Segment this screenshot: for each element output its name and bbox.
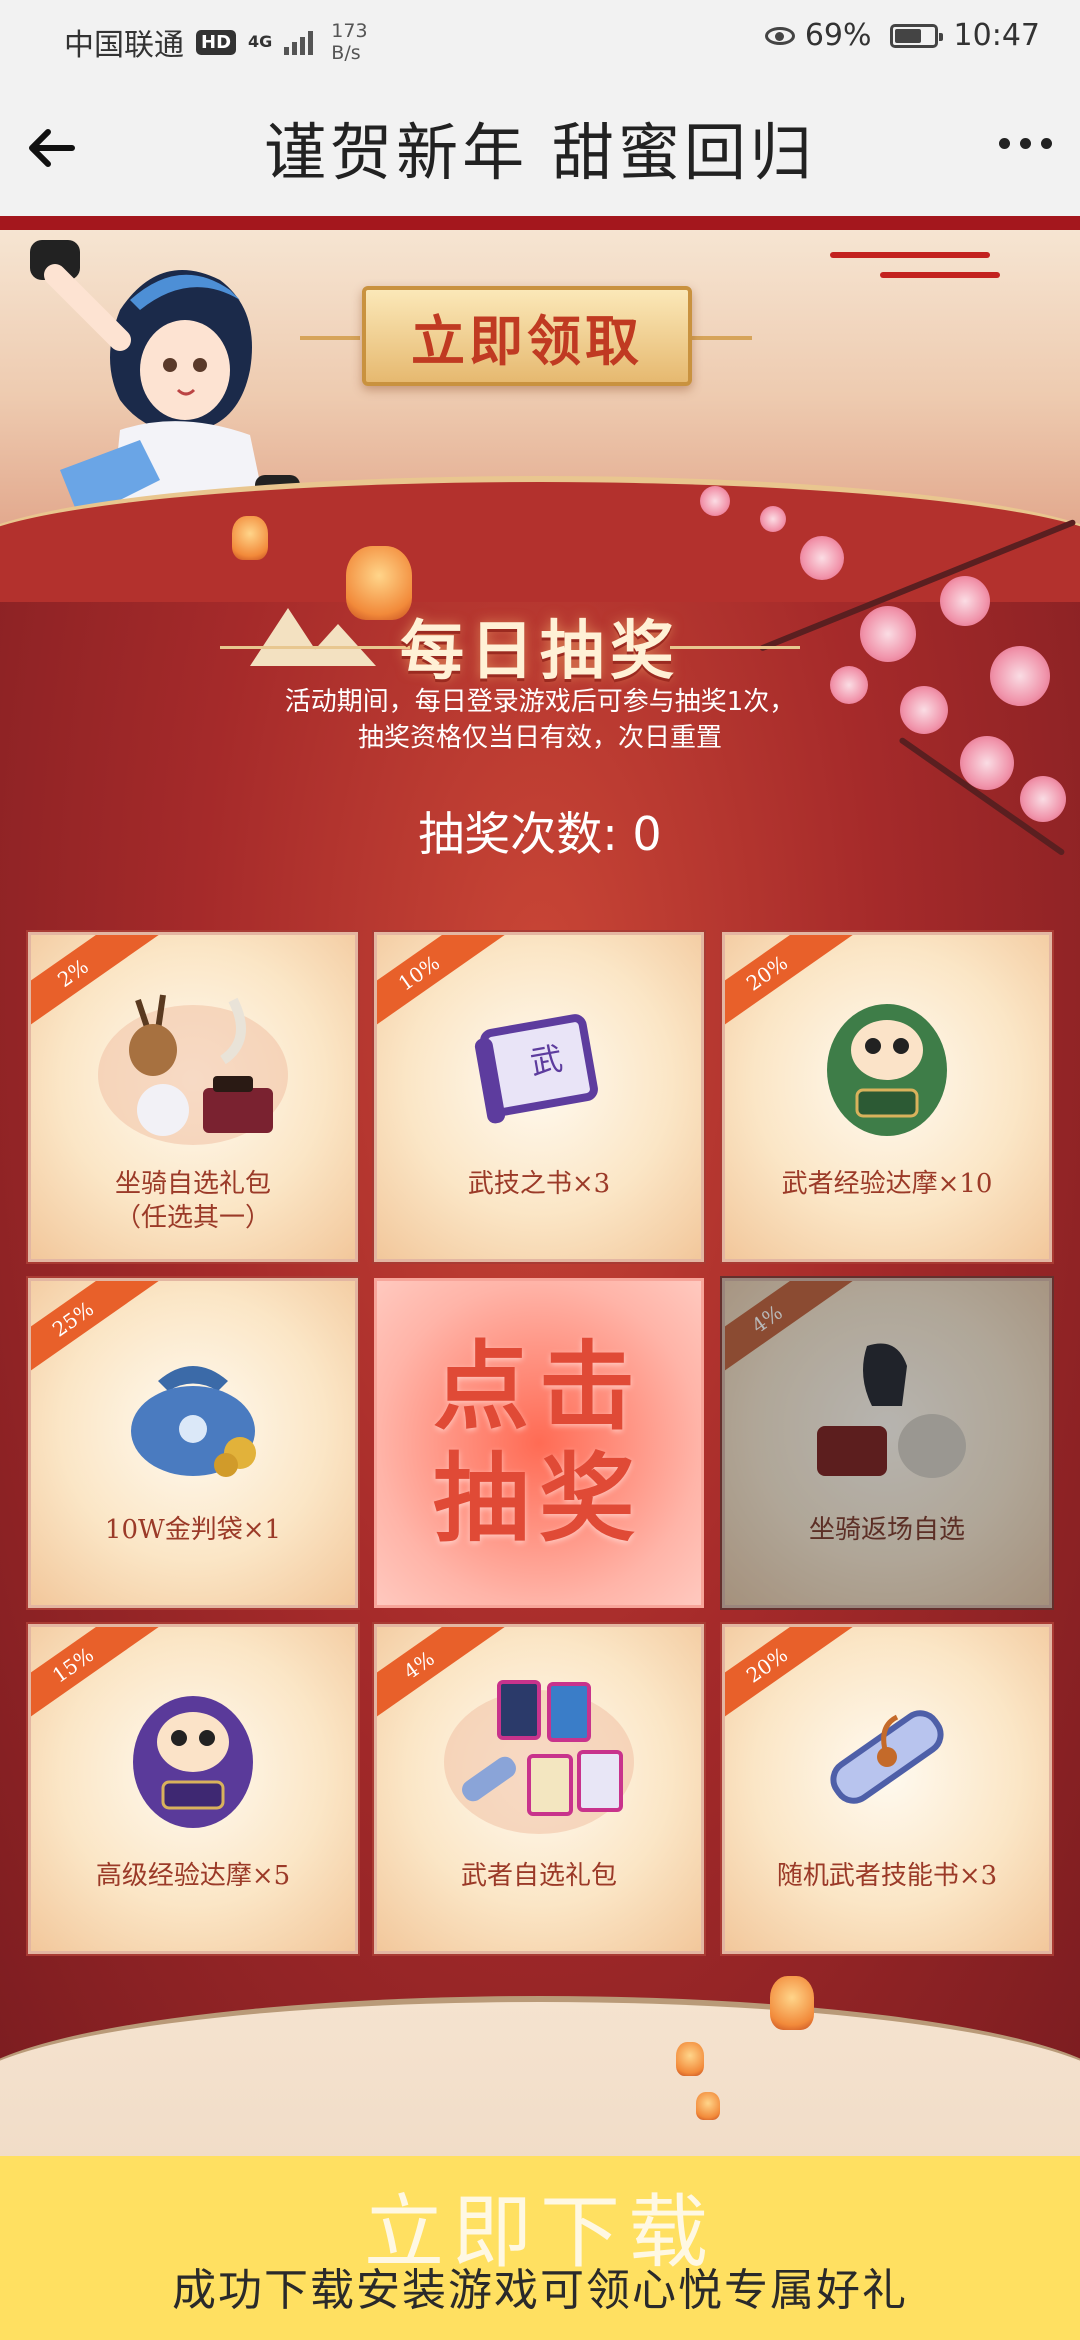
more-dots-icon[interactable] xyxy=(999,138,1052,149)
net-speed-unit: B/s xyxy=(331,42,361,64)
clock: 10:47 xyxy=(953,18,1040,53)
prize-cell-skill-scroll[interactable]: 20% 随机武者技能书×3 xyxy=(720,1622,1054,1956)
green-daruma-icon xyxy=(827,1004,947,1136)
blossom-icon xyxy=(760,506,786,532)
hd-badge: HD xyxy=(196,29,237,55)
mount-pack-icon xyxy=(98,994,288,1145)
warrior-cards-icon xyxy=(444,1680,634,1834)
scroll-book-icon: 武 xyxy=(474,1014,598,1124)
footer-wave xyxy=(0,1996,1080,2156)
skill-scroll-icon xyxy=(830,1710,944,1804)
lottery-desc-line-2: 抽奖资格仅当日有效，次日重置 xyxy=(357,723,722,753)
lottery-title: 每日抽奖 xyxy=(400,615,680,689)
prize-cell-green-daruma[interactable]: 20% 武者经验达摩×10 xyxy=(720,930,1054,1264)
network-type: 4G xyxy=(248,32,273,51)
download-banner[interactable]: 立即下载 成功下载安装游戏可领心悦专属好礼 xyxy=(0,2156,1080,2340)
battery-icon xyxy=(889,23,943,48)
prize-label: 高级经验达摩×5 xyxy=(95,1861,291,1891)
status-bar: 中国联通 HD 4G 173 B/s 69% 10:47 xyxy=(0,0,1080,76)
lantern-icon xyxy=(232,516,268,560)
lottery-desc-line-1: 活动期间，每日登录游戏后可参与抽奖1次， xyxy=(284,687,796,717)
prize-cell-warrior-pack[interactable]: 4% 武者自选礼包 xyxy=(372,1622,706,1956)
gold-bag-icon xyxy=(131,1366,256,1477)
net-speed: 173 B/s xyxy=(331,20,367,64)
lottery-description: 活动期间，每日登录游戏后可参与抽奖1次， 抽奖资格仅当日有效，次日重置 xyxy=(0,684,1080,756)
top-border xyxy=(0,216,1080,230)
prize-label: 10W金判袋×1 xyxy=(104,1515,282,1545)
download-subtitle: 成功下载安装游戏可领心悦专属好礼 xyxy=(172,2265,908,2316)
prize-label: 武技之书×3 xyxy=(467,1169,611,1199)
signal-icon xyxy=(284,29,314,55)
draw-button-label: 点击抽奖 xyxy=(433,1330,645,1555)
prize-cell-mount-return[interactable]: 4% 坐骑返场自选 xyxy=(720,1276,1054,1610)
decor-line xyxy=(880,272,1000,278)
prize-label: 坐骑返场自选 xyxy=(808,1515,965,1545)
prize-cell-purple-daruma[interactable]: 15% 高级经验达摩×5 xyxy=(26,1622,360,1956)
carrier-name: 中国联通 xyxy=(64,28,184,63)
eye-comfort-icon xyxy=(764,26,795,45)
battery-percent: 69% xyxy=(804,18,872,53)
lantern-icon xyxy=(696,2092,720,2120)
draw-count: 抽奖次数: 0 xyxy=(418,807,662,861)
prize-cell-skill-book[interactable]: 10% 武 武技之书×3 xyxy=(372,930,706,1264)
prize-sublabel: （任选其一） xyxy=(114,1203,271,1233)
prize-cell-gold-bag[interactable]: 25% 10W金判袋×1 xyxy=(26,1276,360,1610)
prize-cell-mount-pack[interactable]: 2% 坐骑自选礼包 （任选其一） xyxy=(26,930,360,1264)
page-title: 谨贺新年 甜蜜回归 xyxy=(264,116,816,189)
blossom-icon xyxy=(800,536,844,580)
draw-button[interactable]: 点击抽奖 xyxy=(374,1278,704,1608)
prize-label: 随机武者技能书×3 xyxy=(776,1861,998,1891)
blossom-icon xyxy=(700,486,730,516)
prize-label: 坐骑自选礼包 xyxy=(114,1169,271,1199)
claim-now-button[interactable]: 立即领取 xyxy=(362,286,692,386)
purple-daruma-icon xyxy=(133,1696,253,1828)
nav-bar: 谨贺新年 甜蜜回归 xyxy=(0,76,1080,216)
decor-line xyxy=(300,336,360,340)
svg-text:武: 武 xyxy=(527,1039,565,1082)
activity-page: 立即领取 每日抽奖 活动期间，每日登录游戏后可参与抽奖1次， 抽奖资格仅当日有效… xyxy=(0,216,1080,2156)
lantern-icon xyxy=(676,2042,704,2076)
net-speed-value: 173 xyxy=(331,20,368,42)
prize-label: 武者自选礼包 xyxy=(460,1861,617,1891)
mount-return-icon xyxy=(817,1343,966,1478)
lantern-icon xyxy=(770,1976,814,2030)
battery-fill xyxy=(894,28,921,43)
prize-label: 武者经验达摩×10 xyxy=(781,1169,993,1199)
decor-line xyxy=(830,252,990,258)
decor-line xyxy=(692,336,752,340)
